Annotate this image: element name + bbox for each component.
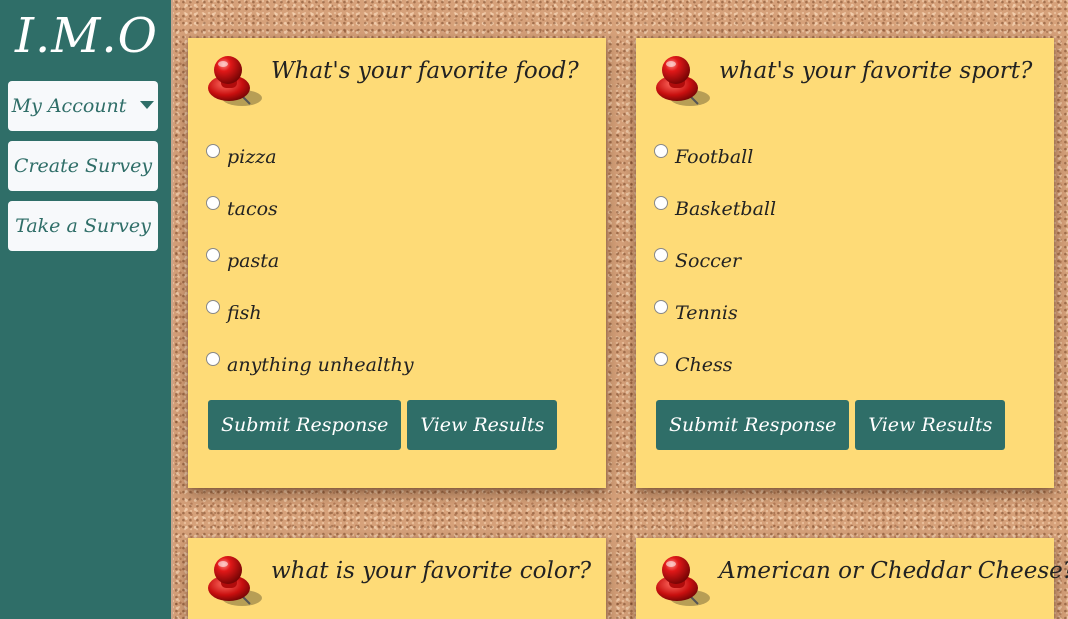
- option-radio[interactable]: [206, 144, 220, 158]
- option-label: fish: [227, 302, 262, 324]
- survey-option[interactable]: fish: [206, 300, 414, 352]
- survey-card: what is your favorite color?: [188, 538, 606, 619]
- caret-down-icon: [140, 100, 155, 109]
- survey-option[interactable]: Soccer: [654, 248, 776, 300]
- option-label: Football: [675, 146, 754, 168]
- option-radio[interactable]: [206, 352, 220, 366]
- take-survey-label: Take a Survey: [15, 215, 151, 237]
- survey-option[interactable]: pizza: [206, 144, 414, 196]
- survey-question: what is your favorite color?: [271, 558, 592, 584]
- option-radio[interactable]: [206, 196, 220, 210]
- survey-option[interactable]: Basketball: [654, 196, 776, 248]
- survey-card: American or Cheddar Cheese?: [636, 538, 1068, 619]
- card-actions: Submit Response View Results: [208, 400, 558, 450]
- option-label: anything unhealthy: [227, 354, 414, 376]
- survey-card: what's your favorite sport? Football Bas…: [636, 38, 1054, 488]
- create-survey-button[interactable]: Create Survey: [8, 141, 158, 191]
- option-radio[interactable]: [654, 352, 668, 366]
- survey-option[interactable]: anything unhealthy: [206, 352, 414, 404]
- survey-card: What's your favorite food? pizza tacos p…: [188, 38, 606, 488]
- option-label: Basketball: [675, 198, 777, 220]
- option-label: Soccer: [675, 250, 742, 272]
- my-account-dropdown[interactable]: My Account: [8, 81, 158, 131]
- option-radio[interactable]: [654, 196, 668, 210]
- option-radio[interactable]: [654, 248, 668, 262]
- option-radio[interactable]: [654, 144, 668, 158]
- option-label: pizza: [227, 146, 277, 168]
- survey-question: what's your favorite sport?: [719, 58, 1033, 84]
- pushpin-icon: [654, 554, 714, 614]
- create-survey-label: Create Survey: [13, 155, 153, 177]
- survey-option[interactable]: Tennis: [654, 300, 776, 352]
- pushpin-icon: [654, 54, 714, 114]
- survey-option[interactable]: Chess: [654, 352, 776, 404]
- survey-options: Football Basketball Soccer Tennis Chess: [654, 144, 776, 404]
- pushpin-icon: [206, 54, 266, 114]
- option-radio[interactable]: [206, 248, 220, 262]
- view-results-button[interactable]: View Results: [855, 400, 1006, 450]
- submit-response-button[interactable]: Submit Response: [656, 400, 850, 450]
- sidebar: I.M.O My Account Create Survey Take a Su…: [0, 0, 173, 619]
- app-logo[interactable]: I.M.O: [0, 6, 173, 66]
- submit-response-button[interactable]: Submit Response: [208, 400, 402, 450]
- survey-option[interactable]: pasta: [206, 248, 414, 300]
- take-survey-button[interactable]: Take a Survey: [8, 201, 158, 251]
- option-label: Chess: [675, 354, 733, 376]
- option-radio[interactable]: [654, 300, 668, 314]
- survey-options: pizza tacos pasta fish anything unhealth…: [206, 144, 414, 404]
- pushpin-icon: [206, 554, 266, 614]
- option-label: tacos: [227, 198, 278, 220]
- view-results-button[interactable]: View Results: [407, 400, 558, 450]
- survey-option[interactable]: tacos: [206, 196, 414, 248]
- survey-question: What's your favorite food?: [271, 58, 579, 84]
- my-account-label: My Account: [11, 95, 127, 117]
- option-label: Tennis: [675, 302, 738, 324]
- survey-question: American or Cheddar Cheese?: [719, 558, 1068, 584]
- card-actions: Submit Response View Results: [656, 400, 1006, 450]
- survey-option[interactable]: Football: [654, 144, 776, 196]
- option-radio[interactable]: [206, 300, 220, 314]
- option-label: pasta: [227, 250, 280, 272]
